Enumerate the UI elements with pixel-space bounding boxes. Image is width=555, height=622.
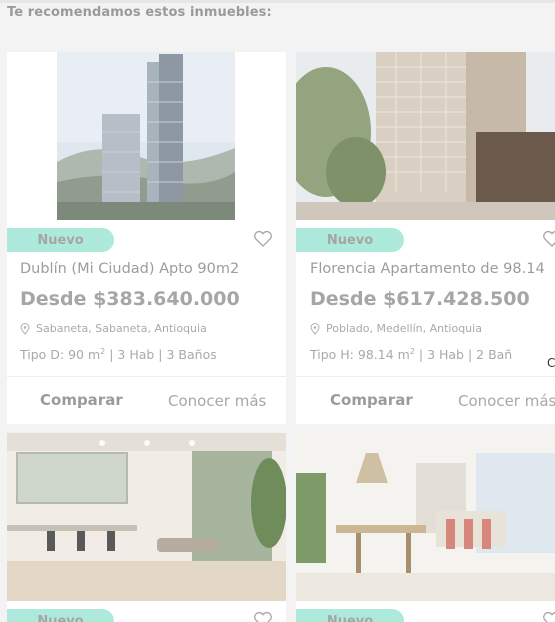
compare-button[interactable]: Comparar [40, 391, 123, 409]
new-badge: Nuevo [7, 228, 114, 252]
location-text: Poblado, Medellín, Antioquia [326, 322, 482, 335]
learn-more-button[interactable]: Conocer más [168, 392, 266, 410]
location-pin-icon [310, 322, 320, 335]
property-photo[interactable] [296, 433, 555, 601]
compare-button[interactable]: Comparar [330, 391, 413, 409]
property-location: Sabaneta, Sabaneta, Antioquia [20, 322, 207, 335]
favorite-heart-icon[interactable] [253, 230, 273, 248]
property-title[interactable]: Florencia Apartamento de 98.14 [310, 261, 545, 277]
favorite-heart-icon[interactable] [542, 611, 555, 622]
property-photo[interactable] [7, 52, 286, 220]
property-photo[interactable] [296, 52, 555, 220]
new-badge: Nuevo [7, 609, 114, 622]
spec-prefix: Tipo H: 98.14 m [310, 347, 410, 363]
property-specs: Tipo H: 98.14 m2 | 3 Hab | 2 Bañ [310, 347, 512, 362]
offscreen-text-fragment: C [547, 356, 555, 370]
location-pin-icon [20, 322, 30, 335]
property-location: Poblado, Medellín, Antioquia [310, 322, 482, 335]
property-specs: Tipo D: 90 m2 | 3 Hab | 3 Baños [20, 347, 217, 362]
top-border [0, 0, 555, 3]
section-title: Te recomendamos estos inmuebles: [7, 5, 272, 20]
property-price: Desde $383.640.000 [20, 288, 240, 310]
card-divider [7, 376, 286, 377]
property-card-2[interactable]: Nuevo Florencia Apartamento de 98.14 Des… [296, 52, 555, 424]
property-price: Desde $617.428.500 [310, 288, 530, 310]
location-text: Sabaneta, Sabaneta, Antioquia [36, 322, 207, 335]
property-card-4[interactable]: Nuevo [296, 433, 555, 622]
learn-more-button[interactable]: Conocer más [458, 392, 555, 410]
favorite-heart-icon[interactable] [542, 230, 555, 248]
new-badge: Nuevo [296, 609, 404, 622]
property-photo[interactable] [7, 433, 286, 601]
favorite-heart-icon[interactable] [253, 611, 273, 622]
property-card-1[interactable]: Nuevo Dublín (Mi Ciudad) Apto 90m2 Desde… [7, 52, 286, 424]
card-divider [296, 376, 555, 377]
spec-prefix: Tipo D: 90 m [20, 347, 101, 363]
spec-suffix: | 3 Hab | 3 Baños [105, 347, 217, 363]
property-title[interactable]: Dublín (Mi Ciudad) Apto 90m2 [20, 261, 239, 277]
property-card-3[interactable]: Nuevo [7, 433, 286, 622]
spec-suffix: | 3 Hab | 2 Bañ [414, 347, 513, 363]
new-badge: Nuevo [296, 228, 404, 252]
